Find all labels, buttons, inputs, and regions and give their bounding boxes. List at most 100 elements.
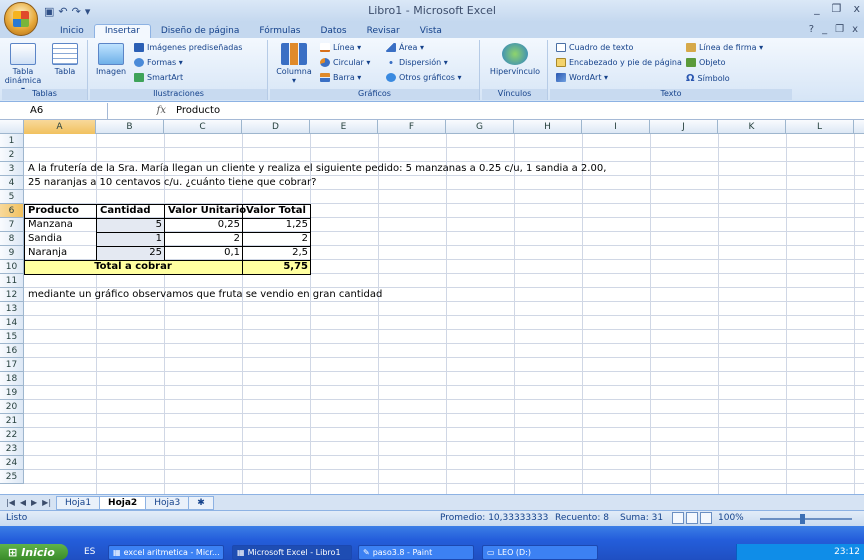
cell-a7[interactable]: Manzana xyxy=(26,218,75,232)
row-header[interactable]: 2 xyxy=(0,148,24,162)
sheet-tab-hoja2[interactable]: Hoja2 xyxy=(99,495,147,510)
cell-a12[interactable]: mediante un gráfico observamos que fruta… xyxy=(26,288,384,302)
column-header[interactable]: K xyxy=(718,120,786,134)
taskbar-item-drive[interactable]: ▭ LEO (D:) xyxy=(482,545,598,560)
page-break-view-button[interactable] xyxy=(700,512,712,524)
first-sheet-icon[interactable]: |◀ xyxy=(6,498,15,507)
column-header[interactable]: B xyxy=(96,120,164,134)
columna-button[interactable]: Columna ▾ xyxy=(274,43,314,85)
cell-b6[interactable]: Cantidad xyxy=(98,204,152,218)
row-header[interactable]: 22 xyxy=(0,428,24,442)
help-icon[interactable]: ? xyxy=(809,24,814,35)
column-header[interactable]: L xyxy=(786,120,854,134)
row-header[interactable]: 7 xyxy=(0,218,24,232)
cuadro-texto-button[interactable]: Cuadro de texto xyxy=(556,43,633,52)
cell-b9[interactable]: 25 xyxy=(96,246,164,260)
worksheet-grid[interactable]: A B C D E F G H I J K L 1 2 3 4 5 6 7 8 … xyxy=(0,120,864,494)
clock[interactable]: 23:12 xyxy=(834,547,860,557)
cell-d7[interactable]: 1,25 xyxy=(242,218,310,232)
taskbar-item-excel-aritmetica[interactable]: ▦ excel aritmetica - Micr... xyxy=(108,545,224,560)
row-header[interactable]: 6 xyxy=(0,204,24,218)
simbolo-button[interactable]: Ω Símbolo xyxy=(686,73,730,84)
zoom-slider-thumb[interactable] xyxy=(800,514,805,524)
objeto-button[interactable]: Objeto xyxy=(686,58,726,67)
tab-datos[interactable]: Datos xyxy=(310,25,356,38)
cell-a2[interactable]: A la frutería de la Sra. María llegan un… xyxy=(26,162,608,176)
row-header[interactable]: 17 xyxy=(0,358,24,372)
close-icon[interactable]: x xyxy=(853,2,860,15)
normal-view-button[interactable] xyxy=(672,512,684,524)
start-button[interactable]: ⊞ Inicio xyxy=(0,544,68,560)
imagenes-prediseñadas-button[interactable]: Imágenes prediseñadas xyxy=(134,43,242,52)
row-header[interactable]: 10 xyxy=(0,260,24,274)
cell-c7[interactable]: 0,25 xyxy=(164,218,242,232)
zoom-level[interactable]: 100% xyxy=(718,513,744,523)
row-header[interactable]: 23 xyxy=(0,442,24,456)
tab-formulas[interactable]: Fórmulas xyxy=(249,25,310,38)
cell-d10[interactable]: 5,75 xyxy=(242,260,310,274)
cell-d8[interactable]: 2 xyxy=(242,232,310,246)
taskbar-item-paint[interactable]: ✎ paso3.8 - Paint xyxy=(358,545,474,560)
tab-insertar[interactable]: Insertar xyxy=(93,24,151,38)
office-button[interactable] xyxy=(4,2,38,36)
row-header[interactable]: 24 xyxy=(0,456,24,470)
cell-d9[interactable]: 2,5 xyxy=(242,246,310,260)
column-header[interactable]: A xyxy=(24,120,96,134)
otros-graficos-button[interactable]: Otros gráficos ▾ xyxy=(386,73,461,82)
tab-inicio[interactable]: Inicio xyxy=(50,25,94,38)
cell-a10-merged[interactable]: Total a cobrar xyxy=(24,260,242,274)
cell-b7[interactable]: 5 xyxy=(96,218,164,232)
formas-button[interactable]: Formas ▾ xyxy=(134,58,183,67)
row-header[interactable]: 4 xyxy=(0,176,24,190)
language-indicator[interactable]: ES xyxy=(84,547,95,557)
column-header[interactable]: D xyxy=(242,120,310,134)
row-header[interactable]: 16 xyxy=(0,344,24,358)
cell-a8[interactable]: Sandia xyxy=(26,232,64,246)
row-header[interactable]: 14 xyxy=(0,316,24,330)
last-sheet-icon[interactable]: ▶| xyxy=(42,498,51,507)
workbook-minimize-icon[interactable]: _ xyxy=(822,24,827,35)
cell-c6[interactable]: Valor Unitario xyxy=(166,204,248,218)
column-header[interactable]: I xyxy=(582,120,650,134)
select-all-corner[interactable] xyxy=(0,120,24,134)
row-header[interactable]: 3 xyxy=(0,162,24,176)
linea-button[interactable]: Línea ▾ xyxy=(320,43,361,52)
row-header[interactable]: 25 xyxy=(0,470,24,484)
row-header[interactable]: 20 xyxy=(0,400,24,414)
formula-input[interactable]: Producto xyxy=(172,105,220,116)
cell-d6[interactable]: Valor Total xyxy=(244,204,308,218)
hipervinculo-button[interactable]: Hipervínculo xyxy=(486,43,544,76)
page-layout-view-button[interactable] xyxy=(686,512,698,524)
workbook-close-icon[interactable]: x xyxy=(852,24,858,35)
column-header[interactable]: H xyxy=(514,120,582,134)
encabezado-button[interactable]: Encabezado y pie de página xyxy=(556,58,682,67)
row-header[interactable]: 8 xyxy=(0,232,24,246)
dispersion-button[interactable]: Dispersión ▾ xyxy=(386,58,448,67)
row-header[interactable]: 12 xyxy=(0,288,24,302)
smartart-button[interactable]: SmartArt xyxy=(134,73,183,82)
prev-sheet-icon[interactable]: ◀ xyxy=(20,498,26,507)
row-header[interactable]: 5 xyxy=(0,190,24,204)
insert-sheet-icon[interactable]: ✱ xyxy=(188,495,214,510)
sheet-tab-hoja3[interactable]: Hoja3 xyxy=(145,495,190,510)
row-header[interactable]: 18 xyxy=(0,372,24,386)
column-header[interactable]: F xyxy=(378,120,446,134)
zoom-slider[interactable] xyxy=(760,518,852,520)
linea-firma-button[interactable]: Línea de firma ▾ xyxy=(686,43,763,52)
taskbar-item-excel-libro1[interactable]: ▦ Microsoft Excel - Libro1 xyxy=(232,545,352,560)
row-header[interactable]: 1 xyxy=(0,134,24,148)
tab-vista[interactable]: Vista xyxy=(410,25,452,38)
insert-function-icon[interactable]: fx xyxy=(108,105,172,116)
cell-a9[interactable]: Naranja xyxy=(26,246,69,260)
next-sheet-icon[interactable]: ▶ xyxy=(31,498,37,507)
tabla-button[interactable]: Tabla xyxy=(48,43,82,76)
restore-icon[interactable]: ❐ xyxy=(832,2,842,15)
barra-button[interactable]: Barra ▾ xyxy=(320,73,361,82)
tabla-dinamica-button[interactable]: Tabla dinámica ▾ xyxy=(5,43,41,94)
row-header[interactable]: 15 xyxy=(0,330,24,344)
row-header[interactable]: 19 xyxy=(0,386,24,400)
imagen-button[interactable]: Imagen xyxy=(94,43,128,76)
column-header[interactable]: J xyxy=(650,120,718,134)
row-header[interactable]: 21 xyxy=(0,414,24,428)
wordart-button[interactable]: WordArt ▾ xyxy=(556,73,608,82)
